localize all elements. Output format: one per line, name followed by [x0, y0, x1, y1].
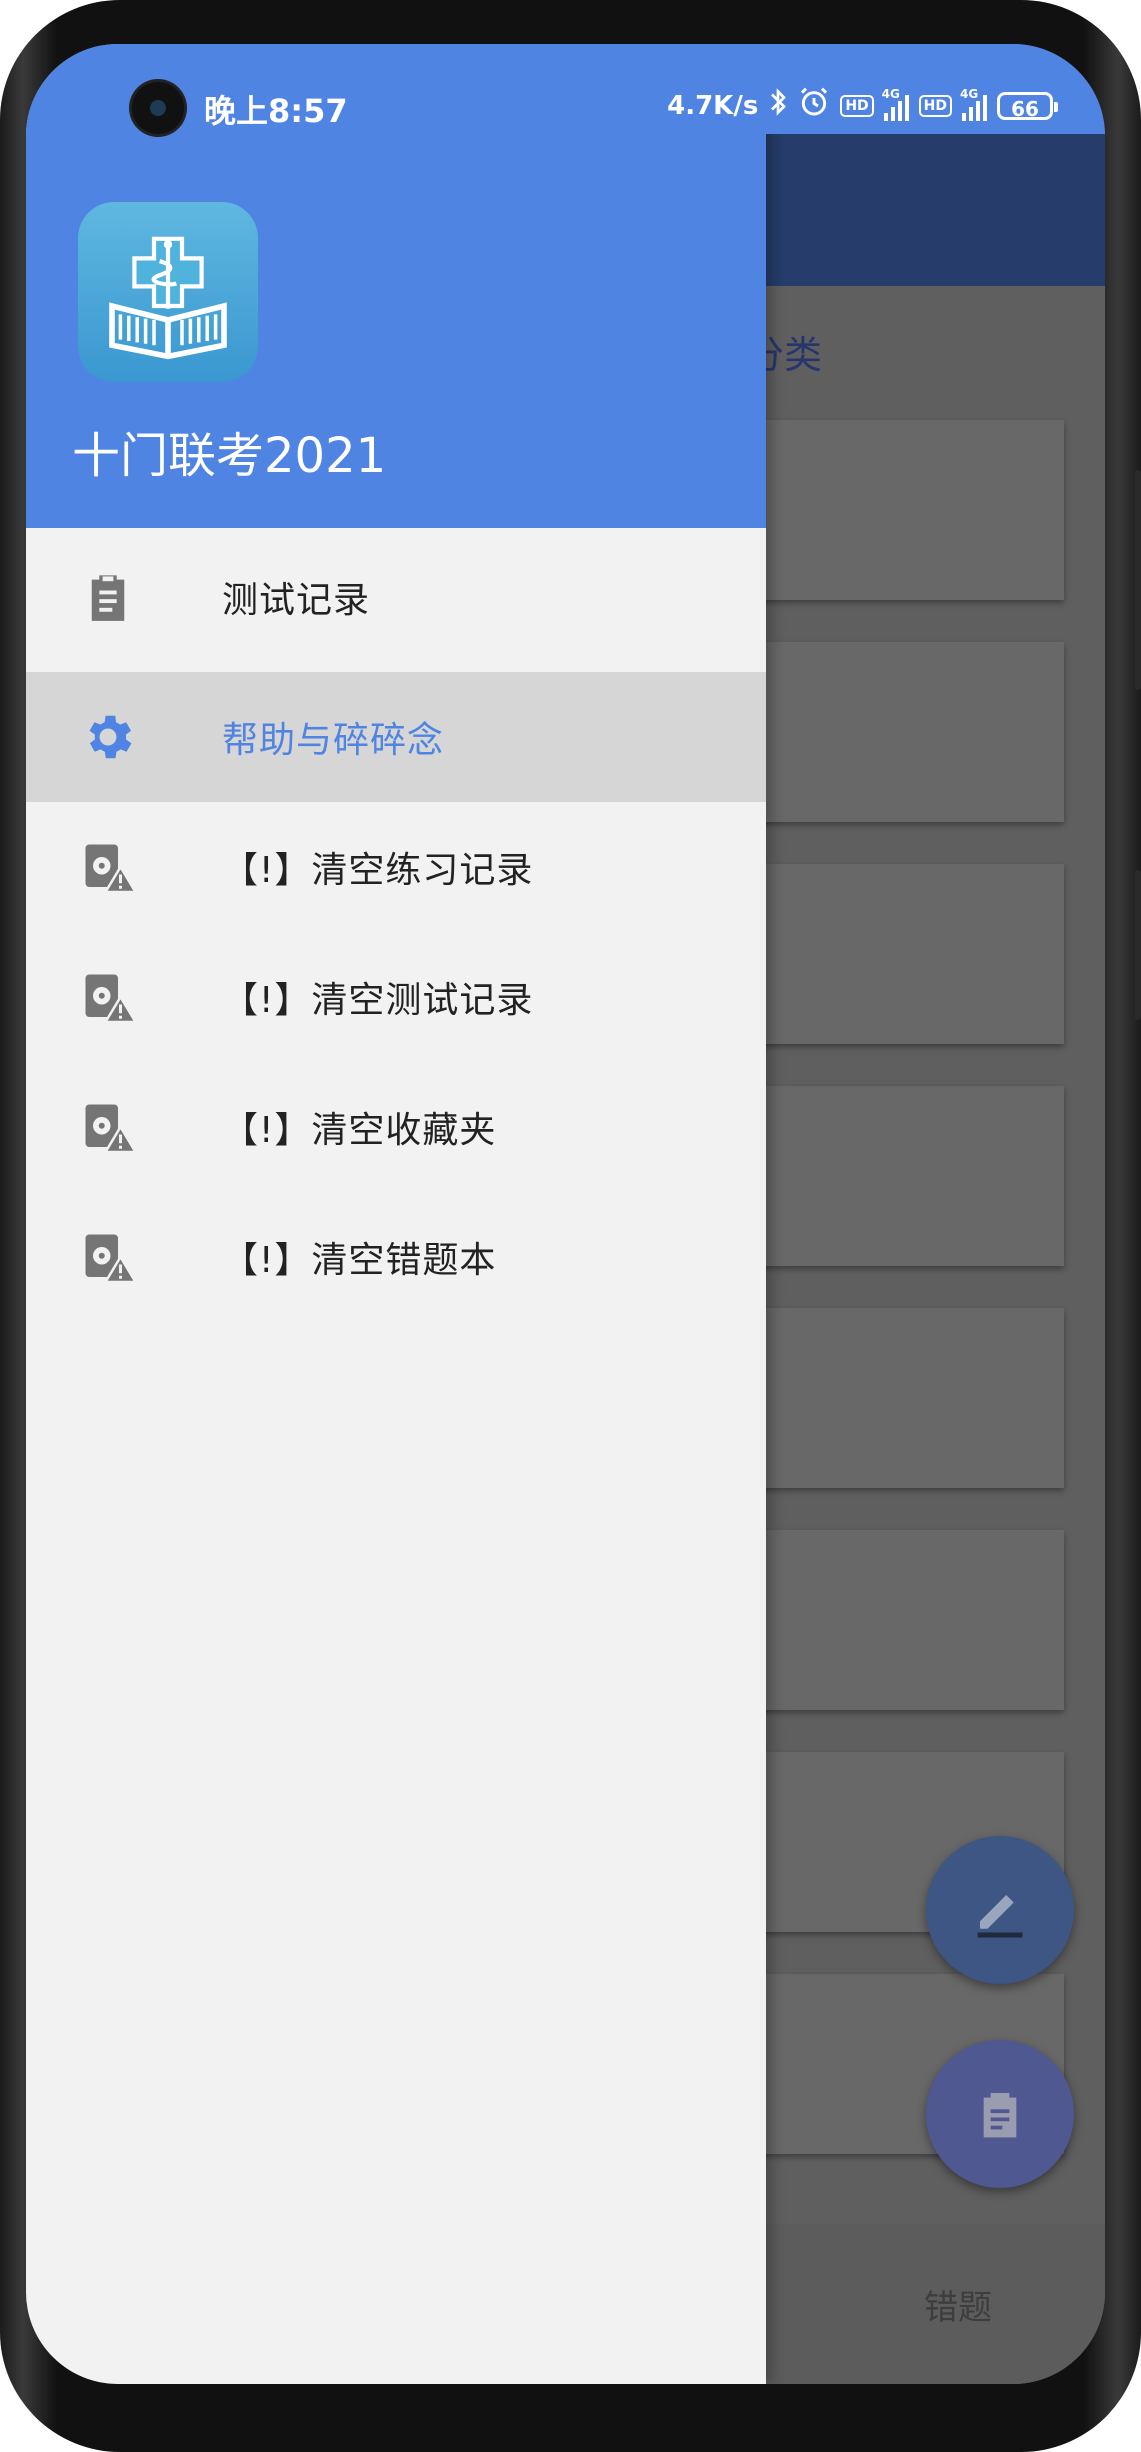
status-time: 晚上8:57: [204, 92, 348, 130]
menu-item-clear-tests[interactable]: 【!】清空测试记录: [26, 932, 766, 1062]
status-icons: 4.7K/s HD 4G HD 4G 66: [667, 86, 1058, 125]
signal-icon: 4G: [960, 87, 987, 121]
screen: 分类 错题 晚上8:57 4.7K/s HD 4G HD 4G 66 十门联考2…: [26, 44, 1105, 2384]
menu-item-clear-wrongbook[interactable]: 【!】清空错题本: [26, 1192, 766, 1322]
edit-icon: [977, 1895, 1023, 1938]
background-tab-wrongbook: 错题: [924, 2288, 992, 2328]
fab-clipboard-button[interactable]: [926, 2040, 1074, 2188]
menu-item-label: 【!】清空错题本: [222, 1240, 497, 1281]
alarm-icon: [798, 86, 830, 125]
front-camera: [132, 82, 184, 134]
volume-button: [1135, 470, 1141, 690]
hd-icon: HD: [918, 94, 952, 117]
menu-item-clear-favorites[interactable]: 【!】清空收藏夹: [26, 1062, 766, 1192]
menu-item-label: 帮助与碎碎念: [222, 720, 445, 761]
clipboard-icon: [983, 2093, 1017, 2138]
bluetooth-icon: [768, 87, 788, 124]
menu-item-label: 测试记录: [222, 580, 371, 621]
clipboard-icon: [76, 565, 140, 629]
menu-item-help[interactable]: 帮助与碎碎念: [26, 672, 766, 802]
clear-data-warning-icon: [76, 965, 140, 1029]
clear-data-warning-icon: [76, 1095, 140, 1159]
gear-icon: [76, 705, 140, 769]
signal-tech-label: 4G: [960, 86, 979, 101]
menu-item-test-records[interactable]: 测试记录: [26, 532, 766, 662]
network-speed: 4.7K/s: [667, 90, 759, 121]
app-icon: [78, 202, 258, 382]
clear-data-warning-icon: [76, 1225, 140, 1289]
signal-tech-label: 4G: [881, 86, 900, 101]
menu-item-label: 【!】清空收藏夹: [222, 1110, 497, 1151]
phone-frame: 分类 错题 晚上8:57 4.7K/s HD 4G HD 4G 66 十门联考2…: [0, 0, 1141, 2452]
signal-icon: 4G: [882, 87, 909, 121]
fab-edit-button[interactable]: [926, 1836, 1074, 1984]
clear-data-warning-icon: [76, 835, 140, 899]
navigation-drawer: 十门联考2021 测试记录 帮助与碎碎念 【!】清空练习记录 【!】清空测试记录…: [26, 44, 766, 2384]
power-button: [1135, 870, 1141, 1020]
menu-item-clear-practice[interactable]: 【!】清空练习记录: [26, 802, 766, 932]
app-name: 十门联考2021: [72, 428, 387, 484]
status-bar: 晚上8:57 4.7K/s HD 4G HD 4G 66: [26, 44, 1105, 134]
menu-item-label: 【!】清空测试记录: [222, 980, 534, 1021]
battery-icon: 66: [997, 91, 1058, 121]
medical-book-icon: [109, 236, 227, 360]
menu-item-label: 【!】清空练习记录: [222, 850, 534, 891]
hd-icon: HD: [840, 94, 874, 117]
